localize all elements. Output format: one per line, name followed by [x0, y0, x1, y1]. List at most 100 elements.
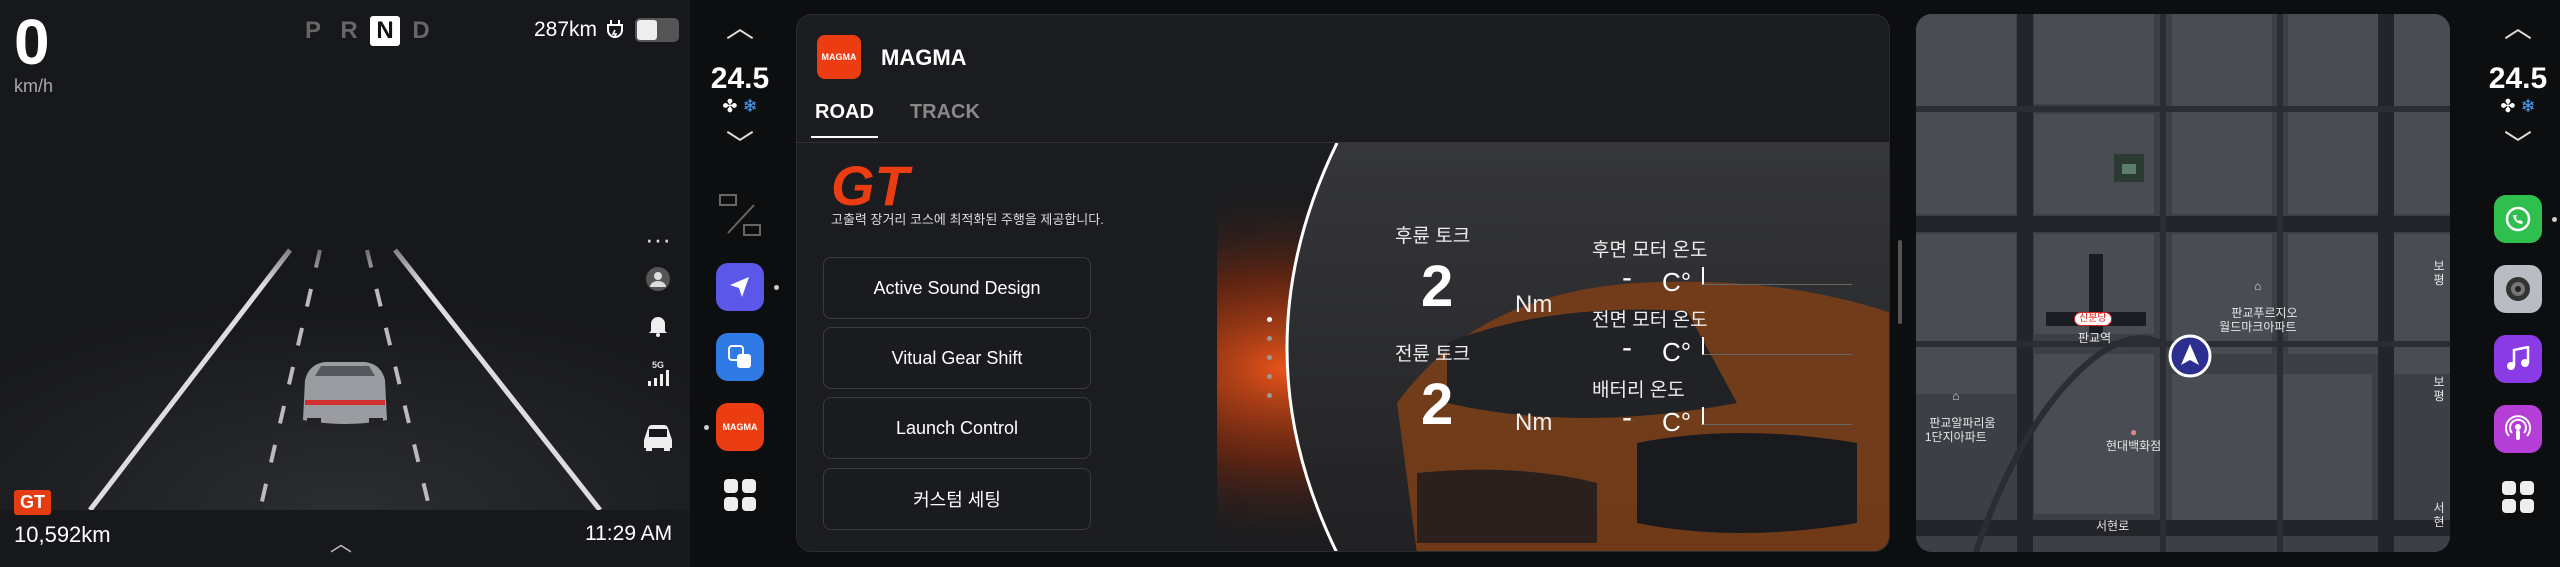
charger-plug-icon: [607, 20, 624, 39]
odometer: 10,592km: [14, 522, 111, 547]
gear-p: P: [304, 17, 321, 44]
custom-setting-button[interactable]: 커스텀 세팅: [823, 468, 1091, 530]
cluster-side-icons: ··· 5G: [640, 226, 676, 452]
front-torque-value: 2: [1421, 372, 1454, 437]
camera-app-icon[interactable]: [2494, 265, 2542, 313]
profile-icon[interactable]: [645, 266, 671, 292]
rear-motor-temp-value: -: [1622, 261, 1632, 294]
rear-torque-value: 2: [1421, 254, 1454, 319]
map-label-hyundai-dept: ● 현대백화점: [2106, 425, 2162, 454]
phone-chat-icon: [2505, 206, 2531, 232]
podcast-app-icon[interactable]: [2494, 405, 2542, 453]
rear-motor-temp-gauge: [1702, 267, 1852, 285]
temp-up-chevron-icon[interactable]: ︿: [726, 14, 754, 42]
rear-motor-temp-unit: C°: [1662, 267, 1692, 297]
magma-app-icon[interactable]: MAGMA: [704, 403, 764, 451]
clock: 11:29 AM: [585, 522, 673, 545]
temp-down-chevron-icon[interactable]: ﹀: [2504, 131, 2532, 159]
launch-control-button[interactable]: Launch Control: [823, 397, 1091, 459]
range-indicator: 287km: [534, 18, 680, 42]
map-pin-icon: ⌂: [1952, 388, 1960, 403]
battery-temp-unit: C°: [1662, 407, 1692, 437]
camera-lens-icon: [2506, 277, 2530, 301]
magma-panel: MAGMA MAGMA ROAD TRACK GT 고출력 장거리 코스에 최적…: [796, 14, 1890, 552]
speed-readout: 0: [14, 6, 50, 78]
map-label-text: 판교알파리움 1단지아파트: [1924, 416, 1996, 444]
map-label-seohyeon-ro: 서현로: [2096, 519, 2130, 533]
navigation-map[interactable]: 신분당 판교역 ⌂ 판교알파리움 1단지아파트 ● 현대백화점 ⌂ 판교푸르지오…: [1916, 14, 2450, 552]
vehicle-icon[interactable]: [640, 422, 676, 452]
front-motor-temp-label: 전면 모터 온도: [1592, 310, 1708, 331]
chevron-up-icon[interactable]: ︿: [330, 526, 352, 558]
rear-torque-unit: Nm: [1515, 291, 1553, 318]
instrument-cluster: 0 km/h P R N D 287km ··· 5G GT 10,592km …: [0, 0, 690, 567]
current-location-icon: [2168, 334, 2212, 378]
scrollbar[interactable]: [1898, 240, 1902, 324]
speed-unit: km/h: [14, 76, 54, 96]
whatsapp-app-icon[interactable]: [2494, 195, 2557, 243]
gear-d: D: [412, 17, 430, 44]
climate-temp-right: 24.5: [2488, 62, 2548, 95]
map-label-text: 현대백화점: [2106, 438, 2162, 453]
more-icon[interactable]: ···: [645, 226, 671, 252]
tab-road[interactable]: ROAD: [811, 101, 878, 138]
active-indicator: [2552, 217, 2557, 222]
virtual-gear-shift-button[interactable]: Vitual Gear Shift: [823, 327, 1091, 389]
drive-mode-badge: GT: [14, 490, 51, 515]
map-label-prugio: ⌂ 판교푸르지오 월드마크아파트: [2218, 252, 2298, 349]
fan-snowflake-icon: ✤ ❄: [2500, 96, 2536, 116]
active-sound-design-button[interactable]: Active Sound Design: [823, 257, 1091, 319]
right-rail: ︿ 24.5 ✤ ❄ ﹀: [2478, 0, 2558, 567]
mode-tabs: ROAD TRACK: [811, 101, 984, 138]
active-indicator: [774, 285, 779, 290]
tab-track[interactable]: TRACK: [906, 101, 984, 138]
app-grid-icon[interactable]: [722, 477, 758, 513]
front-torque-label: 전륜 토크: [1395, 344, 1471, 365]
map-pin-icon: ●: [2129, 425, 2138, 439]
battery-toggle[interactable]: [635, 18, 680, 42]
gear-r: R: [340, 17, 358, 44]
front-motor-temp-value: -: [1622, 331, 1632, 364]
music-note-icon: [2507, 346, 2530, 370]
magma-app-label: MAGMA: [722, 422, 758, 432]
map-canvas: [1916, 14, 2450, 552]
magma-logo: MAGMA: [817, 35, 861, 79]
page-indicator: [1267, 317, 1272, 398]
climate-temp-left: 24.5: [710, 62, 770, 95]
signal-label: 5G: [651, 360, 664, 370]
bell-icon[interactable]: [647, 314, 669, 338]
map-label-bopyeong-1: 보평: [2433, 259, 2445, 287]
left-rail: ︿ 24.5 ✤ ❄ ﹀ MAGMA: [700, 0, 780, 567]
front-motor-temp-gauge: [1702, 337, 1852, 355]
seat-heat-icon[interactable]: [714, 189, 766, 241]
temp-up-chevron-icon[interactable]: ︿: [2504, 14, 2532, 42]
map-label-seohyeon: 서현: [2433, 501, 2445, 529]
navigation-app-icon[interactable]: [716, 263, 779, 311]
map-label-station: 신분당: [2074, 312, 2112, 326]
nav-arrow-icon: [730, 277, 749, 297]
rear-torque-label: 후륜 토크: [1395, 226, 1471, 247]
battery-temp-label: 배터리 온도: [1592, 380, 1685, 401]
signal-5g-icon: 5G: [647, 360, 669, 386]
active-indicator: [704, 425, 709, 430]
music-app-icon[interactable]: [2494, 335, 2542, 383]
battery-temp-gauge: [1702, 407, 1852, 425]
front-motor-temp-unit: C°: [1662, 337, 1692, 367]
lane-visualization: [0, 210, 690, 510]
gear-n: N: [370, 16, 400, 46]
gear-selector: P R N D: [298, 16, 436, 46]
fan-snowflake-icon: ✤ ❄: [722, 96, 758, 116]
map-label-alpharium: ⌂ 판교알파리움 1단지아파트: [1916, 362, 1996, 459]
mode-description: 고출력 장거리 코스에 최적화된 주행을 제공합니다.: [831, 212, 1104, 227]
battery-temp-value: -: [1622, 401, 1632, 434]
rear-motor-temp-label: 후면 모터 온도: [1592, 240, 1708, 261]
podcast-icon: [2505, 415, 2531, 440]
magma-title: MAGMA: [881, 45, 967, 70]
map-label-pangyo-station: 판교역: [2078, 331, 2112, 345]
map-label-text: 판교푸르지오 월드마크아파트: [2219, 306, 2298, 334]
mirror-app-icon[interactable]: [716, 333, 764, 381]
range-value: 287km: [534, 18, 598, 41]
temp-down-chevron-icon[interactable]: ﹀: [726, 131, 754, 159]
map-label-bopyeong-2: 보평: [2433, 375, 2445, 403]
app-grid-icon[interactable]: [2500, 479, 2536, 515]
